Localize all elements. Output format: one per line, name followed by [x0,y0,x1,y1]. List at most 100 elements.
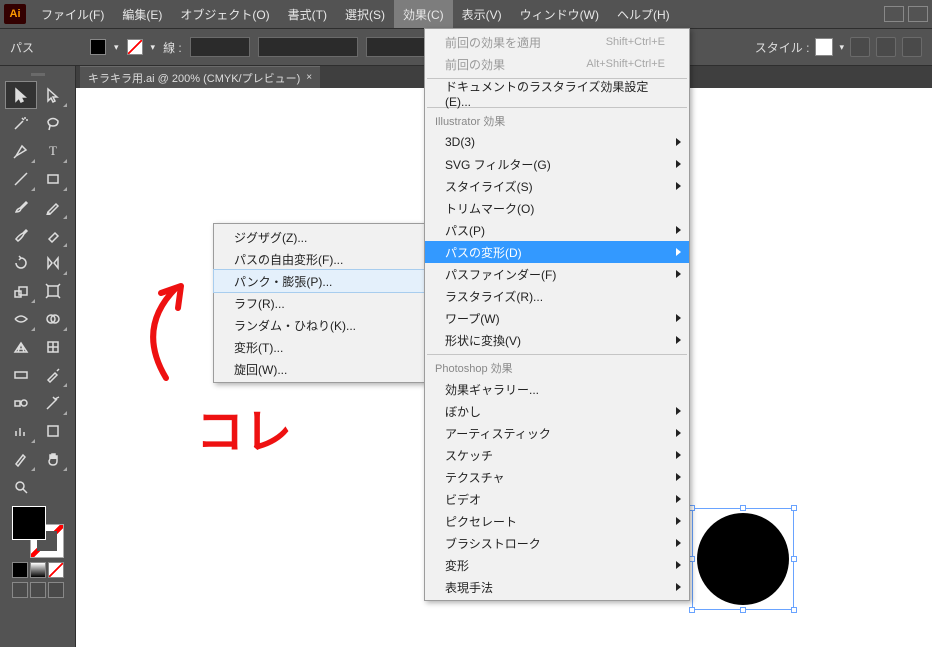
dd-distort-transform[interactable]: パスの変形(D) [425,241,689,263]
dd-distort-ps[interactable]: 変形 [425,554,689,576]
dd-sketch[interactable]: スケッチ [425,444,689,466]
line-tool[interactable] [6,166,36,192]
color-mode-none[interactable] [48,562,64,578]
column-graph-tool[interactable] [6,418,36,444]
blob-brush-tool[interactable] [6,222,36,248]
document-tab-close-icon[interactable]: × [306,72,312,83]
handle-middle-right[interactable] [791,556,797,562]
perspective-grid-tool[interactable] [6,334,36,360]
stroke-weight-field[interactable] [190,37,250,57]
rectangle-tool[interactable] [38,166,68,192]
direct-selection-tool[interactable] [38,82,68,108]
document-tab[interactable]: キラキラ用.ai @ 200% (CMYK/プレビュー) × [80,66,320,88]
menu-select[interactable]: 選択(S) [336,0,394,28]
menu-edit[interactable]: 編集(E) [113,0,171,28]
dd-warp[interactable]: ワープ(W) [425,307,689,329]
submenu-twist[interactable]: 旋回(W)... [214,358,424,380]
style-dropdown-icon[interactable]: ▾ [839,42,844,53]
scale-tool[interactable] [6,278,36,304]
symbol-sprayer-tool[interactable] [38,390,68,416]
dd-video[interactable]: ビデオ [425,488,689,510]
blend-tool[interactable] [6,390,36,416]
handle-bottom-left[interactable] [689,607,695,613]
lasso-tool[interactable] [38,110,68,136]
dd-brush-strokes[interactable]: ブラシストローク [425,532,689,554]
type-tool[interactable]: T [38,138,68,164]
rotate-tool[interactable] [6,250,36,276]
pen-tool[interactable] [6,138,36,164]
submenu-tweak[interactable]: ランダム・ひねり(K)... [214,314,424,336]
artboard-tool[interactable] [38,418,68,444]
reflect-tool[interactable] [38,250,68,276]
hand-tool[interactable] [38,446,68,472]
dd-convert-shape[interactable]: 形状に変換(V) [425,329,689,351]
stroke-profile-dropdown[interactable] [258,37,358,57]
dd-blur[interactable]: ぼかし [425,400,689,422]
fill-dropdown-icon[interactable]: ▾ [114,42,119,53]
align-button[interactable] [876,37,896,57]
stroke-dropdown-icon[interactable]: ▾ [151,42,156,53]
ellipse-object[interactable] [697,513,789,605]
titlebar-button-a[interactable] [884,6,904,22]
panel-grip[interactable] [6,70,69,78]
menu-file[interactable]: ファイル(F) [32,0,113,28]
mesh-tool[interactable] [38,334,68,360]
submenu-zigzag[interactable]: ジグザグ(Z)... [214,226,424,248]
dd-rasterize[interactable]: ラスタライズ(R)... [425,285,689,307]
dd-artistic[interactable]: アーティスティック [425,422,689,444]
dd-pathfinder[interactable]: パスファインダー(F) [425,263,689,285]
dd-path[interactable]: パス(P) [425,219,689,241]
dd-stylize[interactable]: スタイライズ(S) [425,175,689,197]
menu-type[interactable]: 書式(T) [279,0,336,28]
eraser-tool[interactable] [38,222,68,248]
zoom-tool[interactable] [6,474,36,500]
stroke-swatch[interactable] [127,39,143,55]
pencil-tool[interactable] [38,194,68,220]
magic-wand-tool[interactable] [6,110,36,136]
handle-top-middle[interactable] [740,505,746,511]
dd-effect-gallery[interactable]: 効果ギャラリー... [425,378,689,400]
dd-stylize-ps[interactable]: 表現手法 [425,576,689,598]
draw-mode-behind[interactable] [30,582,46,598]
transform-button[interactable] [902,37,922,57]
dd-trim-marks[interactable]: トリムマーク(O) [425,197,689,219]
menu-view[interactable]: 表示(V) [453,0,511,28]
submenu-transform[interactable]: 変形(T)... [214,336,424,358]
dd-3d[interactable]: 3D(3) [425,131,689,153]
menu-effect[interactable]: 効果(C) [394,0,453,28]
handle-bottom-right[interactable] [791,607,797,613]
color-mode-gradient[interactable] [30,562,46,578]
selection-bounding-box[interactable] [692,508,794,610]
draw-mode-inside[interactable] [48,582,64,598]
chevron-right-icon [676,561,681,569]
shape-builder-tool[interactable] [38,306,68,332]
slice-tool[interactable] [6,446,36,472]
dd-raster-settings[interactable]: ドキュメントのラスタライズ効果設定(E)... [425,82,689,104]
draw-mode-normal[interactable] [12,582,28,598]
dd-svg-filter[interactable]: SVG フィルター(G) [425,153,689,175]
handle-top-right[interactable] [791,505,797,511]
fill-swatch[interactable] [90,39,106,55]
handle-bottom-middle[interactable] [740,607,746,613]
eyedropper-tool[interactable] [38,362,68,388]
fill-stroke-indicator[interactable] [12,506,64,558]
submenu-free-distort[interactable]: パスの自由変形(F)... [214,248,424,270]
selection-tool[interactable] [6,82,36,108]
submenu-roughen[interactable]: ラフ(R)... [214,292,424,314]
recolor-button[interactable] [850,37,870,57]
color-mode-solid[interactable] [12,562,28,578]
dd-texture[interactable]: テクスチャ [425,466,689,488]
menu-object[interactable]: オブジェクト(O) [171,0,278,28]
distort-submenu: ジグザグ(Z)... パスの自由変形(F)... パンク・膨張(P)... ラフ… [213,223,425,383]
free-transform-tool[interactable] [38,278,68,304]
paintbrush-tool[interactable] [6,194,36,220]
gradient-tool[interactable] [6,362,36,388]
menu-window[interactable]: ウィンドウ(W) [511,0,608,28]
graphic-style-swatch[interactable] [815,38,833,56]
menu-help[interactable]: ヘルプ(H) [608,0,679,28]
dd-pixelate[interactable]: ピクセレート [425,510,689,532]
submenu-pucker-bloat[interactable]: パンク・膨張(P)... [214,270,424,292]
titlebar-button-b[interactable] [908,6,928,22]
width-tool[interactable] [6,306,36,332]
fill-indicator[interactable] [12,506,46,540]
